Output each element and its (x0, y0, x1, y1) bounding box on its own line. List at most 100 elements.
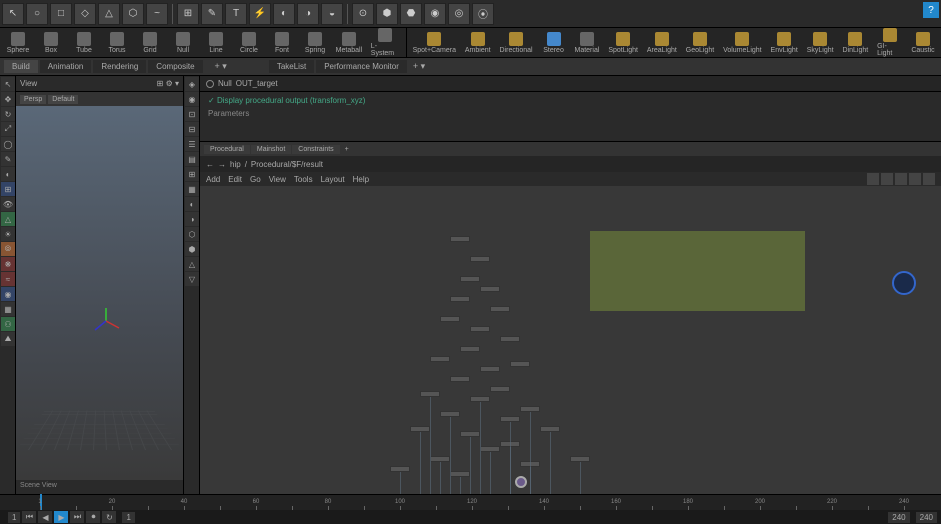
tool-hex2-icon[interactable]: ⬢ (376, 3, 398, 25)
graph-node[interactable] (460, 276, 480, 282)
tool-text-icon[interactable]: T (225, 3, 247, 25)
tool-pen-icon[interactable]: ✎ (201, 3, 223, 25)
shelf-lsys[interactable]: L-System (367, 27, 404, 58)
shelf-mat[interactable]: Material (571, 31, 604, 55)
menu-edit[interactable]: Edit (228, 175, 242, 184)
tool-shade1-icon[interactable]: ◐ (273, 3, 295, 25)
mode-animation[interactable]: Animation (40, 60, 92, 73)
shelf-gi[interactable]: GI-Light (873, 27, 906, 58)
subtab-proc[interactable]: Procedural (204, 145, 250, 154)
nt-b-icon[interactable]: ◉ (185, 92, 199, 106)
nt-a-icon[interactable]: ◈ (185, 77, 199, 91)
mode-takelist[interactable]: TakeList (269, 60, 314, 73)
viewport-icons[interactable]: ⊞ ⚙ ▾ (157, 79, 179, 88)
shelf-torus[interactable]: Torus (101, 31, 133, 55)
frame-start[interactable]: 1 (8, 512, 20, 523)
shelf-font[interactable]: Font (266, 31, 298, 55)
lt-bone-icon[interactable]: ⦾ (1, 242, 15, 256)
nt-c-icon[interactable]: ⊡ (185, 107, 199, 121)
shelf-line[interactable]: Line (200, 31, 232, 55)
graph-node[interactable] (460, 346, 480, 352)
tool-dot-icon[interactable]: ⦿ (472, 3, 494, 25)
mode-build[interactable]: Build (4, 60, 38, 73)
menu-help[interactable]: Help (353, 175, 369, 184)
mode-perf[interactable]: Performance Monitor (316, 60, 407, 73)
shelf-din[interactable]: DinLight (839, 31, 873, 55)
shelf-sky[interactable]: SkyLight (803, 31, 838, 55)
tool-hex-icon[interactable]: ⬡ (122, 3, 144, 25)
tr-grid-icon[interactable] (895, 173, 907, 185)
graph-node[interactable] (450, 236, 470, 242)
menu-go[interactable]: Go (250, 175, 261, 184)
nt-g-icon[interactable]: ⊞ (185, 167, 199, 181)
lt-cloth-icon[interactable]: ▦ (1, 302, 15, 316)
cam-persp[interactable]: Persp (20, 95, 46, 104)
cam-default[interactable]: Default (48, 95, 78, 104)
graph-node[interactable] (440, 316, 460, 322)
nt-m-icon[interactable]: △ (185, 257, 199, 271)
graph-node[interactable] (480, 366, 500, 372)
tr-opts-icon[interactable] (923, 173, 935, 185)
path-target[interactable]: OUT_target (236, 79, 278, 88)
shelf-caus[interactable]: Caustic (907, 31, 939, 55)
lt-scale-icon[interactable]: ⤢ (1, 122, 15, 136)
tool-box-icon[interactable]: □ (50, 3, 72, 25)
shelf-stereo[interactable]: Stereo (538, 31, 570, 55)
graph-node[interactable] (470, 256, 490, 262)
nt-e-icon[interactable]: ☰ (185, 137, 199, 151)
lt-crowd-icon[interactable]: ⚇ (1, 317, 15, 331)
graph-node[interactable] (470, 326, 490, 332)
graph-node[interactable] (490, 306, 510, 312)
lt-fur-icon[interactable]: ≈ (1, 272, 15, 286)
path-null[interactable]: Null (218, 79, 232, 88)
frame-current[interactable]: 1 (122, 512, 134, 523)
shelf-area[interactable]: AreaLight (643, 31, 681, 55)
graph-node[interactable] (430, 356, 450, 362)
frame-end[interactable]: 240 (888, 512, 909, 523)
lt-paint-icon[interactable]: ✎ (1, 152, 15, 166)
tool-bolt-icon[interactable]: ⚡ (249, 3, 271, 25)
tool-hex3-icon[interactable]: ⬣ (400, 3, 422, 25)
param-checkbox[interactable]: ✓ Display procedural output (transform_x… (208, 96, 933, 105)
nt-i-icon[interactable]: ◐ (185, 197, 199, 211)
lt-light-icon[interactable]: ☀ (1, 227, 15, 241)
shelf-geo[interactable]: GeoLight (682, 31, 718, 55)
tool-tri-icon[interactable]: △ (98, 3, 120, 25)
frame-total[interactable]: 240 (916, 512, 937, 523)
lt-view-icon[interactable]: 👁 (1, 197, 15, 211)
tool-target-icon[interactable]: ⊙ (352, 3, 374, 25)
tool-select-icon[interactable]: ↖ (2, 3, 24, 25)
menu-view[interactable]: View (269, 175, 286, 184)
shelf-sphere[interactable]: Sphere (2, 31, 34, 55)
viewport-3d[interactable] (16, 106, 183, 480)
subtab-const[interactable]: Constraints (292, 145, 339, 154)
tool-diamond-icon[interactable]: ◇ (74, 3, 96, 25)
shelf-tube[interactable]: Tube (68, 31, 100, 55)
node-output-ring[interactable] (892, 271, 916, 295)
shelf-circle[interactable]: Circle (233, 31, 265, 55)
tr-flag-icon[interactable] (867, 173, 879, 185)
nt-n-icon[interactable]: ▽ (185, 272, 199, 286)
nt-d-icon[interactable]: ⊟ (185, 122, 199, 136)
shelf-cam[interactable]: Spot+Camera (409, 31, 460, 55)
shelf-box[interactable]: Box (35, 31, 67, 55)
tool-shade3-icon[interactable]: ◒ (321, 3, 343, 25)
tool-ring-icon[interactable]: ◉ (424, 3, 446, 25)
timeline-ruler[interactable]: 120406080100120140160180200220240 (0, 495, 941, 510)
tl-prev-icon[interactable]: ◀ (38, 511, 52, 523)
lt-brush-icon[interactable]: ◐ (1, 167, 15, 181)
nav-fwd-icon[interactable]: → (218, 160, 226, 169)
nav-back-icon[interactable]: ← (206, 160, 214, 169)
tool-shade2-icon[interactable]: ◑ (297, 3, 319, 25)
nt-f-icon[interactable]: ▤ (185, 152, 199, 166)
lt-terrain-icon[interactable]: ⛰ (1, 332, 15, 346)
help-button[interactable]: ? (923, 2, 939, 18)
tl-last-icon[interactable]: ⏺ (86, 511, 100, 523)
graph-node[interactable] (480, 286, 500, 292)
path-hip[interactable]: hip (230, 160, 241, 169)
shelf-null[interactable]: Null (167, 31, 199, 55)
nt-l-icon[interactable]: ⬢ (185, 242, 199, 256)
node-network-view[interactable] (200, 186, 941, 494)
graph-node[interactable] (500, 336, 520, 342)
tl-play-icon[interactable]: ▶ (54, 511, 68, 523)
